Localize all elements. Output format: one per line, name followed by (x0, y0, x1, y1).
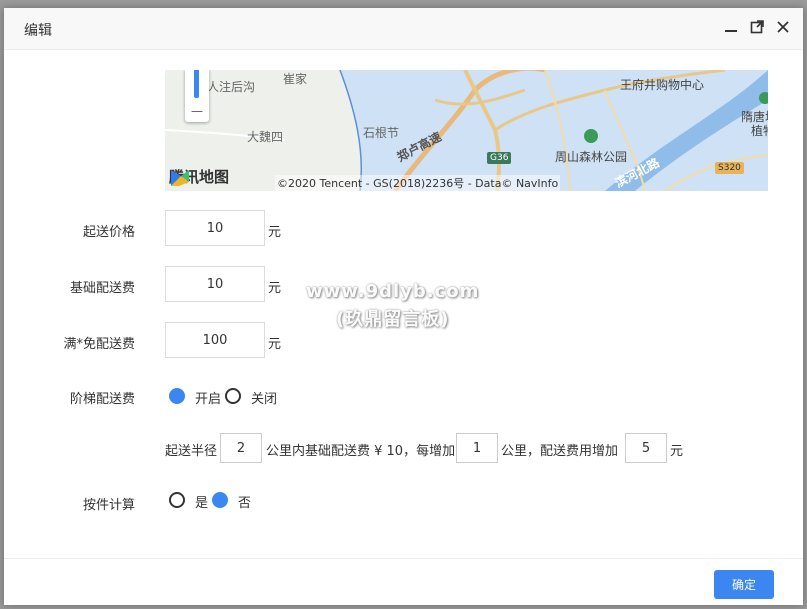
step-km-input[interactable] (456, 433, 498, 463)
per-item-yes-label[interactable]: 是 (195, 492, 208, 511)
map-label: 王府井购物中心 (620, 78, 705, 92)
tencent-map-icon (171, 170, 189, 186)
per-item-label: 按件计算 (82, 498, 135, 513)
step-fee-unit: 元 (670, 444, 684, 459)
min-price-unit: 元 (268, 225, 282, 240)
close-icon[interactable] (775, 19, 791, 35)
highway-shield: S320 (715, 162, 744, 174)
maximize-icon[interactable] (749, 19, 765, 35)
watermark-line: www.9dlyb.com (306, 281, 480, 302)
per-item-yes-radio[interactable] (169, 492, 185, 508)
dialog-footer: 确定 (4, 558, 803, 605)
map-copyright: ©2020 Tencent - GS(2018)2236号 - Data© Na… (275, 175, 561, 191)
radius-prefix-text: 起送半径 (165, 444, 218, 459)
map-label: 石根节 (363, 126, 400, 140)
map-zoom-control[interactable]: — (185, 70, 209, 122)
base-fee-unit: 元 (268, 281, 282, 296)
map-label: 大魏四 (247, 130, 284, 144)
dialog-header: 编辑 (4, 8, 803, 50)
map-label: 人注后沟 (207, 80, 256, 94)
radius-middle-text: 公里内基础配送费 ¥ 10，每增加 (266, 444, 456, 459)
base-fee-input[interactable] (165, 266, 265, 302)
map-label: 周山森林公园 (555, 150, 628, 164)
map-provider-logo: 腾讯地图 (169, 166, 229, 187)
watermark-line: (玖鼎留言板) (335, 309, 450, 330)
tiered-off-label[interactable]: 关闭 (251, 388, 277, 407)
map-label: 崔家 (283, 72, 308, 86)
map-label: 植物 (751, 124, 768, 138)
free-fee-label: 满*免配送费 (63, 337, 135, 352)
radius-input[interactable] (220, 433, 262, 463)
min-price-label: 起送价格 (82, 225, 135, 240)
tiered-off-radio[interactable] (225, 388, 241, 404)
tiered-on-label[interactable]: 开启 (195, 388, 221, 407)
dialog-title: 编辑 (24, 23, 52, 39)
min-price-input[interactable] (165, 210, 265, 246)
zoom-slider[interactable] (194, 70, 199, 98)
free-fee-unit: 元 (268, 337, 282, 352)
confirm-button[interactable]: 确定 (714, 570, 774, 599)
tiered-fee-label: 阶梯配送费 (69, 392, 135, 407)
map-view[interactable]: 人注后沟 崔家 大魏四 石根节 王府井购物中心 周山森林公园 隋唐城 植物 郑卢… (165, 70, 768, 191)
zoom-out-icon[interactable]: — (191, 105, 203, 117)
watermark: www.9dlyb.com (玖鼎留言板) (306, 278, 479, 334)
step-fee-input[interactable] (625, 433, 667, 463)
per-item-no-radio[interactable] (212, 492, 228, 508)
step-fee-text: 公里，配送费用增加 (501, 444, 619, 459)
highway-shield: G36 (487, 152, 512, 164)
base-fee-label: 基础配送费 (69, 281, 135, 296)
edit-dialog: 编辑 人注后沟 崔家 大魏四 石根节 王府井购物中心 周山森林公园 隋唐 植 郑… (4, 8, 803, 605)
free-fee-input[interactable] (165, 322, 265, 358)
tiered-on-radio[interactable] (169, 388, 185, 404)
per-item-no-label[interactable]: 否 (238, 492, 251, 511)
minimize-icon[interactable] (723, 19, 739, 35)
